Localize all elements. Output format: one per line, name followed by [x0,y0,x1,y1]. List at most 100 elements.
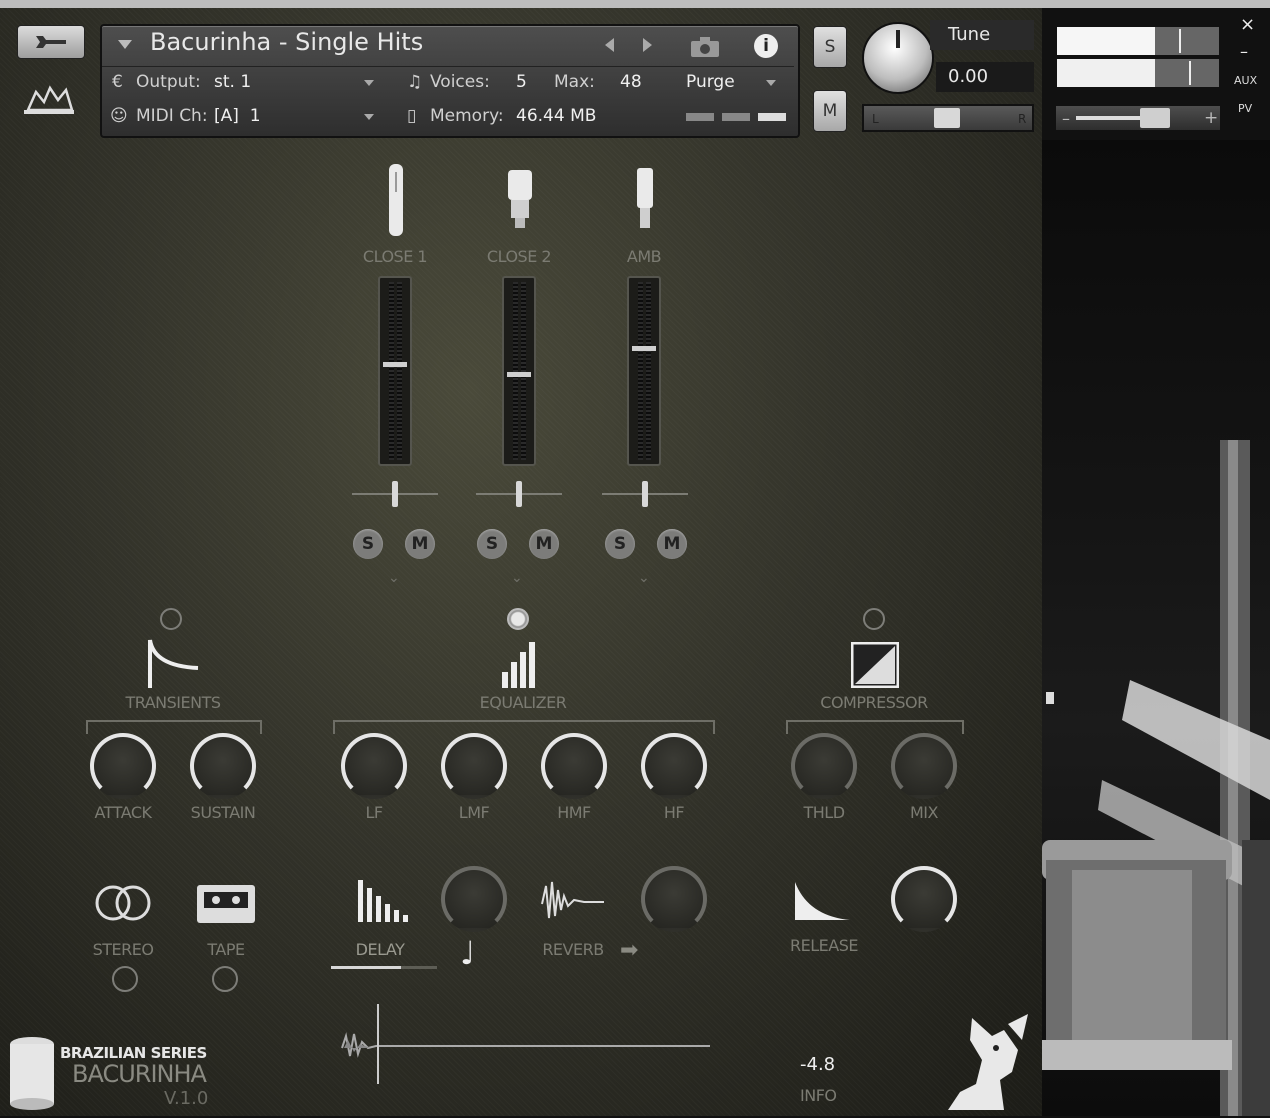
transients-enable-toggle[interactable] [160,608,182,630]
sustain-knob[interactable] [190,733,256,799]
amb-solo-button[interactable]: S [605,529,635,559]
instrument-name[interactable]: Bacurinha - Single Hits [150,28,423,56]
delay-note-icon[interactable]: ♩ [460,934,475,972]
mascot-logo-icon [942,1010,1042,1118]
stereo-icon[interactable] [94,884,152,926]
camera-icon[interactable] [690,36,720,62]
next-instrument-icon[interactable] [643,38,652,52]
purge-dropdown-icon[interactable] [766,80,776,86]
equalizer-icon [500,642,540,692]
voices-value: 5 [516,72,527,92]
lf-knob[interactable] [341,733,407,799]
reverb-label: REVERB [542,940,604,959]
amb-pan-handle[interactable] [642,481,648,507]
mix-knob[interactable] [891,733,957,799]
close2-pan-handle[interactable] [516,481,522,507]
compressor-bracket [786,720,964,734]
product-label: BACURINHA [72,1060,207,1088]
output-dropdown-icon[interactable] [364,80,374,86]
close1-volume-fader[interactable] [378,276,412,466]
volume-minus-label: – [1062,109,1070,128]
tune-label-box: Tune [930,20,1034,50]
amb-volume-fader[interactable] [627,276,661,466]
delay-knob[interactable] [441,866,507,932]
output-level-meter [1056,58,1220,88]
amb-mic-icon [634,168,656,234]
midi-channel-label: MIDI Ch: [136,106,208,126]
transients-icon [144,638,200,696]
header-divider [102,66,794,67]
info-value: -4.8 [800,1054,836,1075]
wrench-button[interactable] [17,25,85,59]
tape-toggle[interactable] [212,966,238,992]
close-icon[interactable]: × [1240,14,1255,35]
memory-label: Memory: [430,106,504,126]
reverb-icon[interactable] [540,876,606,928]
hf-label: HF [663,803,685,822]
compressor-enable-toggle[interactable] [863,608,885,630]
window-top-bar [0,0,1270,8]
midi-channel-value[interactable]: [A] 1 [214,106,261,126]
volume-handle[interactable] [1140,108,1170,128]
amb-mute-button[interactable]: M [657,529,687,559]
tune-knob[interactable] [862,22,934,94]
reverb-arrow-icon[interactable]: ➡ [620,938,638,963]
delay-active-underline [331,966,437,969]
close2-expand-icon[interactable]: ⌄ [511,570,523,586]
fader-handle[interactable] [632,346,656,351]
stereo-toggle[interactable] [112,966,138,992]
mute-button[interactable]: M [813,90,847,132]
pan-handle[interactable] [934,108,960,128]
release-icon [792,880,852,926]
tune-value-box[interactable]: 0.00 [936,62,1034,92]
pan-slider[interactable]: L R [862,104,1034,132]
midi-icon: ☺ [110,106,128,126]
hf-knob[interactable] [641,733,707,799]
lmf-knob[interactable] [441,733,507,799]
fader-handle[interactable] [507,372,531,377]
tape-icon[interactable] [196,884,256,928]
equalizer-bracket [333,720,715,734]
thld-knob[interactable] [791,733,857,799]
cpu-meter [686,113,714,121]
compressor-icon [850,641,900,692]
delay-label: DELAY [355,940,405,959]
minimize-icon[interactable]: – [1240,42,1248,61]
info-icon[interactable]: i [754,34,778,58]
attack-knob[interactable] [90,733,156,799]
close1-expand-icon[interactable]: ⌄ [388,570,400,586]
waveform-display[interactable] [340,1004,712,1090]
close1-solo-button[interactable]: S [353,529,383,559]
stereo-label: STEREO [92,940,154,959]
drum-photo [1042,140,1270,1116]
midi-dropdown-icon[interactable] [364,114,374,120]
instrument-dropdown-icon[interactable] [118,40,132,49]
close1-mic-icon [386,164,406,242]
reverb-knob[interactable] [641,866,707,932]
delay-icon[interactable] [356,878,410,928]
transients-title: TRANSIENTS [125,693,221,712]
output-value[interactable]: st. 1 [214,72,251,92]
close1-mute-button[interactable]: M [405,529,435,559]
pv-label[interactable]: PV [1238,102,1252,115]
close1-pan-handle[interactable] [392,481,398,507]
max-voices-value[interactable]: 48 [620,72,642,92]
fader-handle[interactable] [383,362,407,367]
close2-mute-button[interactable]: M [529,529,559,559]
version-label: V.1.0 [164,1088,209,1109]
channel-name-close1: CLOSE 1 [362,247,428,266]
hmf-knob[interactable] [541,733,607,799]
brand-logo-icon [22,82,76,122]
equalizer-enable-toggle[interactable] [507,608,529,630]
aux-label[interactable]: AUX [1234,74,1257,87]
info-label[interactable]: INFO [800,1086,837,1105]
solo-button[interactable]: S [813,26,847,68]
close2-volume-fader[interactable] [502,276,536,466]
prev-instrument-icon[interactable] [605,38,614,52]
release-knob[interactable] [891,866,957,932]
equalizer-title: EQUALIZER [479,693,567,712]
close2-solo-button[interactable]: S [477,529,507,559]
amb-expand-icon[interactable]: ⌄ [638,570,650,586]
volume-slider[interactable]: – + [1054,104,1222,132]
purge-button[interactable]: Purge [686,72,735,92]
